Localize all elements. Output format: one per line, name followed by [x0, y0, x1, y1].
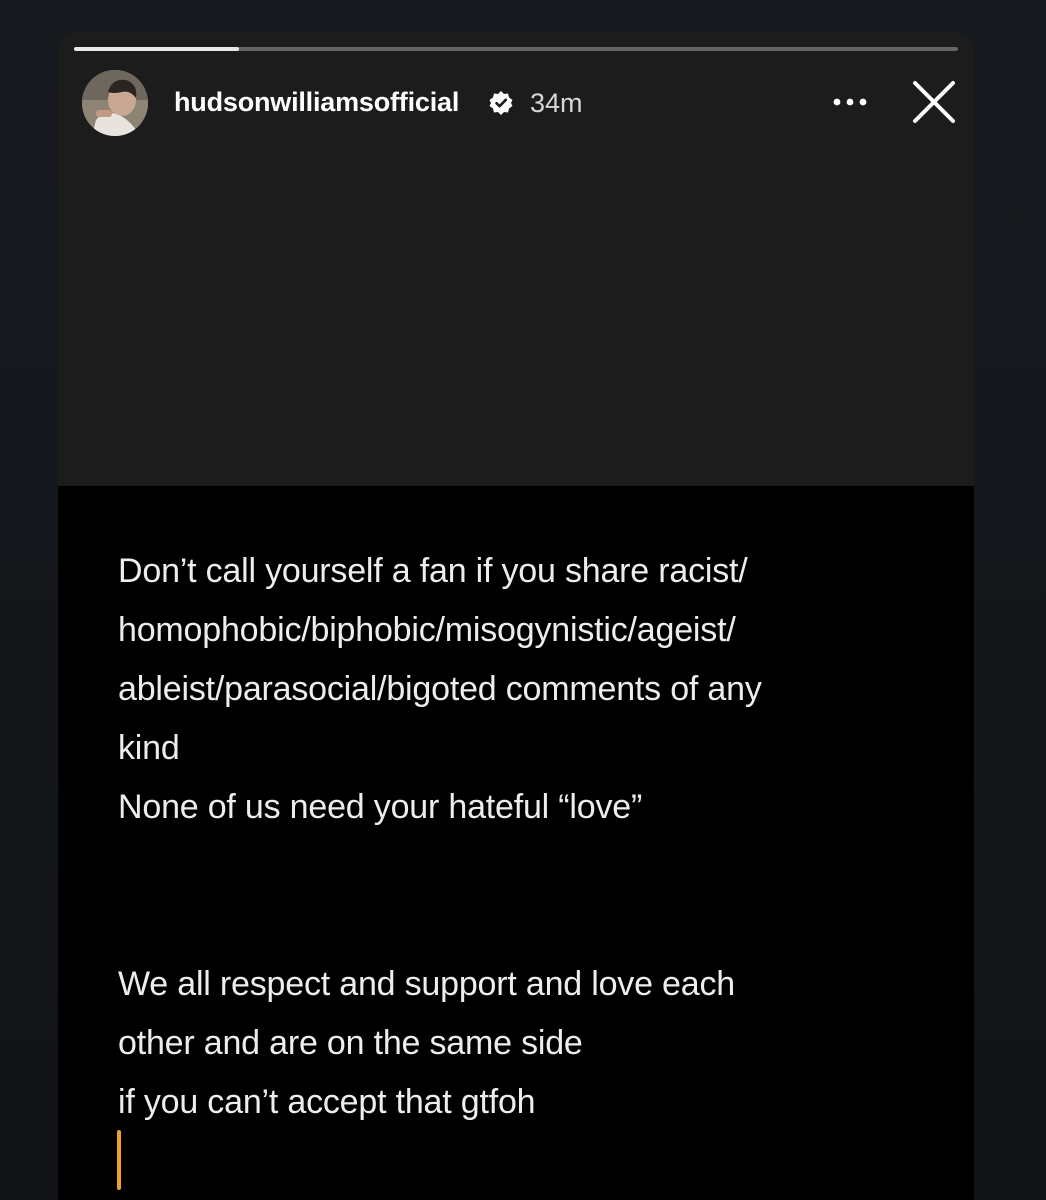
text-line: if you can’t accept that gtfoh — [118, 1083, 536, 1121]
text-line: kind — [118, 729, 180, 767]
text-cursor — [117, 1130, 121, 1190]
more-horizontal-icon — [833, 98, 867, 106]
profile-photo — [82, 70, 148, 136]
text-line: homophobic/biphobic/misogynistic/ageist/ — [118, 611, 736, 649]
story-text: Don’t call yourself a fan if you share r… — [118, 542, 918, 1132]
avatar[interactable] — [82, 70, 148, 136]
verified-badge-icon — [489, 91, 513, 115]
story-progress-fill — [74, 47, 240, 51]
text-line: None of us need your hateful “love” — [118, 788, 643, 826]
text-line: Don’t call yourself a fan if you share r… — [118, 552, 748, 590]
close-button[interactable] — [908, 76, 960, 128]
username[interactable]: hudsonwilliamsofficial — [174, 87, 459, 118]
story-viewer: hudsonwilliamsofficial 34m Don’t call yo… — [58, 32, 974, 1200]
text-line: We all respect and support and love each — [118, 965, 735, 1003]
text-line: ableist/parasocial/bigoted comments of a… — [118, 670, 762, 708]
close-icon — [913, 81, 955, 123]
text-line: other and are on the same side — [118, 1024, 583, 1062]
story-progress-bar — [74, 47, 958, 51]
story-header: hudsonwilliamsofficial 34m — [82, 70, 958, 136]
more-options-button[interactable] — [824, 84, 876, 120]
post-timestamp: 34m — [530, 88, 583, 118]
